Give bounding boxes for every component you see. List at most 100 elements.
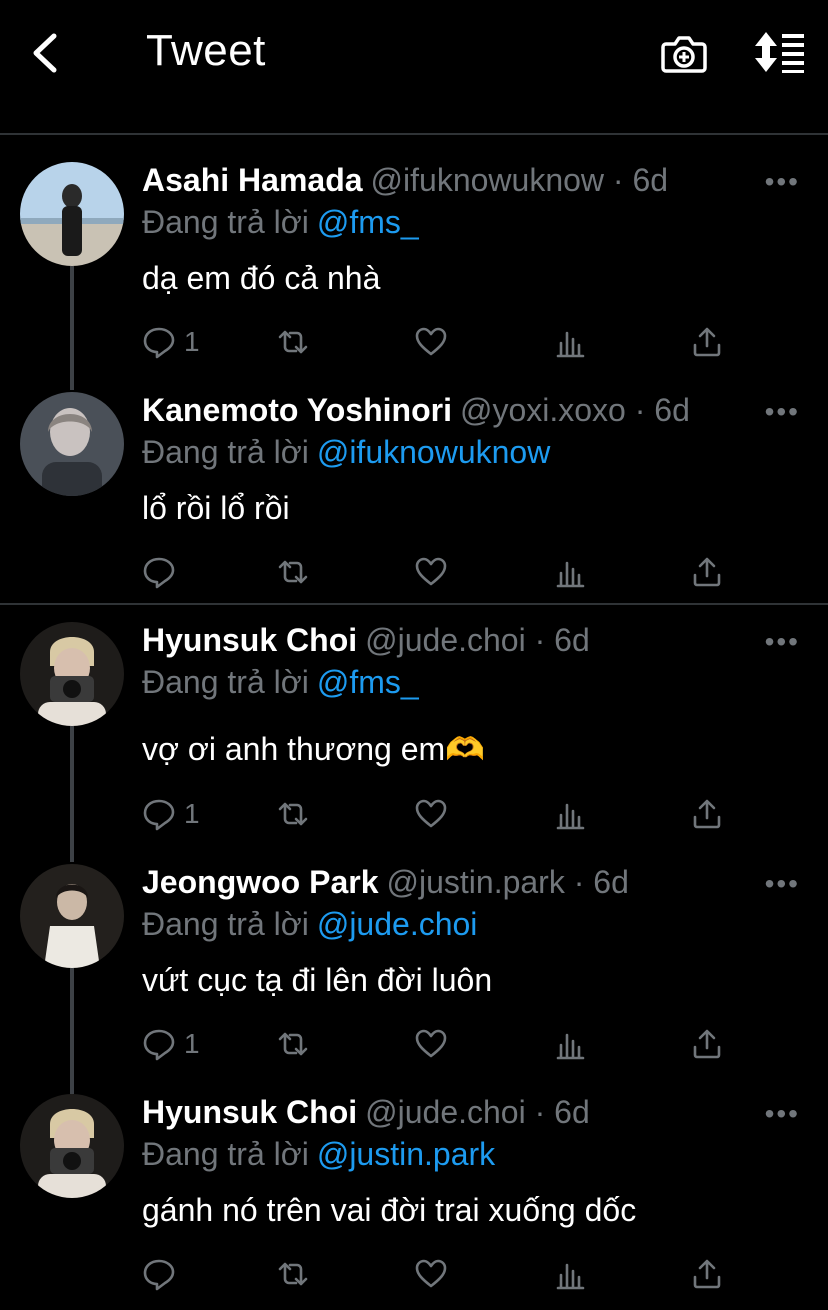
retweet-button[interactable]: [276, 1024, 310, 1064]
avatar[interactable]: [20, 392, 124, 496]
share-icon: [693, 327, 721, 357]
tweet-text: dạ em đó cả nhà: [142, 260, 381, 296]
share-icon: [693, 1259, 721, 1289]
heart-icon: [415, 557, 447, 586]
action-bar: 1: [142, 322, 742, 362]
reply-icon: [143, 1029, 175, 1061]
share-button[interactable]: [690, 552, 724, 592]
tweet-text: lổ rồi lổ rồi: [142, 490, 290, 526]
reply-prefix: Đang trả lời: [142, 204, 309, 240]
more-icon[interactable]: •••: [765, 1098, 800, 1130]
retweet-icon: [278, 1262, 308, 1286]
like-button[interactable]: [414, 1024, 448, 1064]
heart-icon: [415, 799, 447, 828]
tweet-text: gánh nó trên vai đời trai xuống dốc: [142, 1192, 637, 1228]
mention-link[interactable]: @ifuknowuknow: [317, 434, 550, 470]
camera-plus-icon[interactable]: [660, 30, 708, 76]
analytics-icon: [556, 1263, 585, 1290]
handle-and-time: @jude.choi · 6d: [365, 622, 590, 658]
analytics-button[interactable]: [554, 322, 588, 362]
reply-prefix: Đang trả lời: [142, 434, 309, 470]
analytics-button[interactable]: [554, 1254, 588, 1294]
display-name[interactable]: Asahi Hamada: [142, 162, 363, 198]
tweet-item[interactable]: Jeongwoo Park @justin.park · 6d ••• Đang …: [0, 864, 828, 1094]
tweet-text: vứt cục tạ đi lên đời luôn: [142, 962, 493, 998]
reply-icon: [143, 1259, 175, 1291]
mention-link[interactable]: @jude.choi: [317, 906, 478, 942]
display-name[interactable]: Jeongwoo Park: [142, 864, 379, 900]
tweet-item[interactable]: Kanemoto Yoshinori @yoxi.xoxo · 6d ••• Đa…: [0, 392, 828, 602]
display-name[interactable]: Hyunsuk Choi: [142, 622, 357, 658]
retweet-icon: [278, 1032, 308, 1056]
reply-count: 1: [184, 798, 200, 829]
retweet-button[interactable]: [276, 552, 310, 592]
more-icon[interactable]: •••: [765, 868, 800, 900]
replying-to: Đang trả lời @justin.park: [142, 1136, 495, 1173]
analytics-icon: [556, 1033, 585, 1060]
retweet-icon: [278, 330, 308, 354]
reply-icon: [143, 327, 175, 359]
heart-icon: [415, 1029, 447, 1058]
more-icon[interactable]: •••: [765, 166, 800, 198]
more-icon[interactable]: •••: [765, 396, 800, 428]
display-name[interactable]: Hyunsuk Choi: [142, 1094, 357, 1130]
top-bar: Tweet: [0, 0, 828, 133]
thread-line: [70, 266, 74, 390]
share-button[interactable]: [690, 1254, 724, 1294]
retweet-button[interactable]: [276, 1254, 310, 1294]
replying-to: Đang trả lời @fms_: [142, 664, 419, 701]
analytics-button[interactable]: [554, 552, 588, 592]
share-button[interactable]: [690, 794, 724, 834]
reply-button[interactable]: 1: [142, 1024, 200, 1064]
handle-and-time: @justin.park · 6d: [386, 864, 629, 900]
analytics-icon: [556, 331, 585, 358]
reply-button[interactable]: [142, 552, 184, 592]
reply-button[interactable]: 1: [142, 794, 200, 834]
tweet-item[interactable]: Hyunsuk Choi @jude.choi · 6d ••• Đang trả…: [0, 622, 828, 862]
avatar[interactable]: [20, 1094, 124, 1198]
reply-count: 1: [184, 1028, 200, 1059]
avatar[interactable]: [20, 864, 124, 968]
mention-link[interactable]: @fms_: [317, 204, 419, 240]
reply-button[interactable]: 1: [142, 322, 200, 362]
analytics-icon: [556, 803, 585, 830]
sort-list-icon[interactable]: [752, 30, 808, 74]
thread-line: [70, 726, 74, 862]
share-icon: [693, 799, 721, 829]
analytics-button[interactable]: [554, 794, 588, 834]
avatar[interactable]: [20, 622, 124, 726]
reply-button[interactable]: [142, 1254, 184, 1294]
like-button[interactable]: [414, 794, 448, 834]
like-button[interactable]: [414, 552, 448, 592]
retweet-icon: [278, 802, 308, 826]
retweet-button[interactable]: [276, 322, 310, 362]
share-icon: [693, 557, 721, 587]
header-divider: [0, 133, 828, 135]
heart-icon: [415, 327, 447, 356]
replying-to: Đang trả lời @ifuknowuknow: [142, 434, 550, 471]
display-name[interactable]: Kanemoto Yoshinori: [142, 392, 452, 428]
tweet-item[interactable]: Asahi Hamada @ifuknowuknow · 6d ••• Đang …: [0, 162, 828, 390]
tweet-item[interactable]: Hyunsuk Choi @jude.choi · 6d ••• Đang trả…: [0, 1094, 828, 1310]
like-button[interactable]: [414, 322, 448, 362]
reply-prefix: Đang trả lời: [142, 664, 309, 700]
retweet-button[interactable]: [276, 794, 310, 834]
avatar[interactable]: [20, 162, 124, 266]
share-icon: [693, 1029, 721, 1059]
mention-link[interactable]: @fms_: [317, 664, 419, 700]
chevron-left-icon[interactable]: [26, 30, 66, 76]
mention-link[interactable]: @justin.park: [317, 1136, 495, 1172]
handle-and-time: @jude.choi · 6d: [365, 1094, 590, 1130]
reply-count: 1: [184, 326, 200, 357]
more-icon[interactable]: •••: [765, 626, 800, 658]
handle-and-time: @yoxi.xoxo · 6d: [459, 392, 690, 428]
reply-icon: [143, 799, 175, 831]
share-button[interactable]: [690, 1024, 724, 1064]
handle-and-time: @ifuknowuknow · 6d: [370, 162, 669, 198]
action-bar: 1: [142, 794, 742, 834]
reply-prefix: Đang trả lời: [142, 906, 309, 942]
retweet-icon: [278, 560, 308, 584]
analytics-button[interactable]: [554, 1024, 588, 1064]
share-button[interactable]: [690, 322, 724, 362]
like-button[interactable]: [414, 1254, 448, 1294]
